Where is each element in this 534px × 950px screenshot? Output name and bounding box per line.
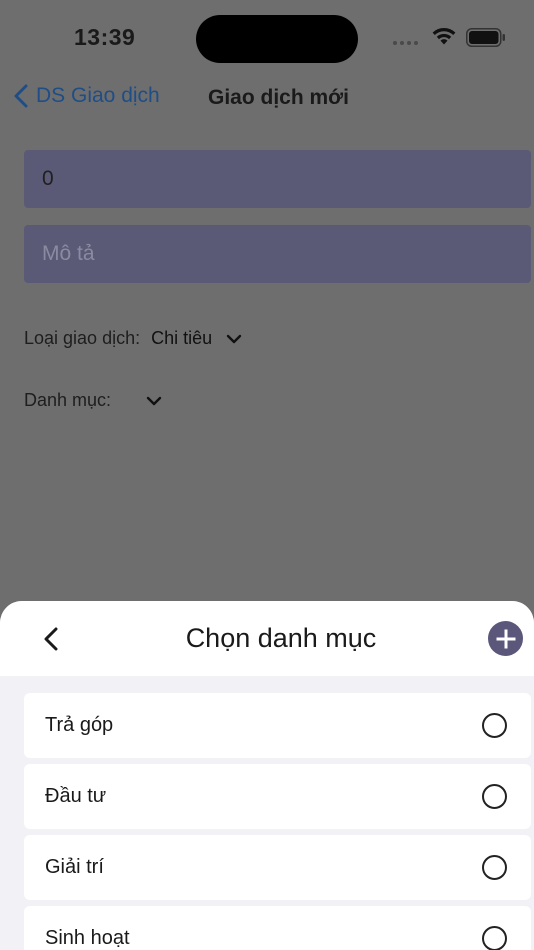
radio-icon[interactable]	[482, 855, 507, 880]
category-label: Danh mục:	[24, 390, 112, 410]
sheet-title: Chọn danh mục	[185, 623, 377, 653]
sheet-header: Chọn danh mục	[0, 601, 534, 676]
list-item[interactable]: Đầu tư	[24, 764, 531, 829]
back-chevron-icon	[14, 84, 28, 108]
wifi-icon	[432, 27, 456, 45]
category-name: Giải trí	[45, 856, 104, 878]
radio-icon[interactable]	[482, 926, 507, 950]
list-item[interactable]: Sinh hoạt	[24, 906, 531, 950]
amount-input[interactable]: 0	[24, 150, 531, 208]
category-list: Trả góp Đầu tư Giải trí Sinh hoạt	[24, 693, 531, 950]
category-row: Danh mục:	[24, 390, 162, 411]
navigation-bar: DS Giao dịch Giao dịch mới	[0, 76, 534, 122]
status-time: 13:39	[74, 24, 136, 50]
status-bar: 13:39	[0, 0, 534, 76]
category-name: Đầu tư	[45, 785, 107, 807]
page-title: Giao dịch mới	[208, 86, 349, 109]
battery-icon	[466, 28, 505, 47]
transaction-type-select[interactable]: Chi tiêu	[151, 328, 212, 349]
category-picker-sheet: Chọn danh mục Trả góp Đầu tư Giải trí Si…	[0, 601, 534, 950]
radio-icon[interactable]	[482, 713, 507, 738]
chevron-down-icon[interactable]	[146, 396, 162, 406]
category-name: Sinh hoạt	[45, 927, 130, 949]
description-input[interactable]: Mô tả	[24, 225, 531, 283]
radio-icon[interactable]	[482, 784, 507, 809]
back-button-label: DS Giao dịch	[36, 84, 160, 107]
transaction-type-label: Loại giao dịch:	[24, 328, 141, 348]
transaction-type-row: Loại giao dịch: Chi tiêu	[24, 328, 242, 349]
dynamic-island	[196, 15, 358, 63]
back-button[interactable]: DS Giao dịch	[14, 84, 160, 108]
list-item[interactable]: Trả góp	[24, 693, 531, 758]
category-name: Trả góp	[45, 714, 114, 736]
list-item[interactable]: Giải trí	[24, 835, 531, 900]
cellular-signal-icon	[393, 41, 418, 45]
add-category-button[interactable]	[488, 621, 523, 656]
chevron-down-icon[interactable]	[226, 334, 242, 344]
